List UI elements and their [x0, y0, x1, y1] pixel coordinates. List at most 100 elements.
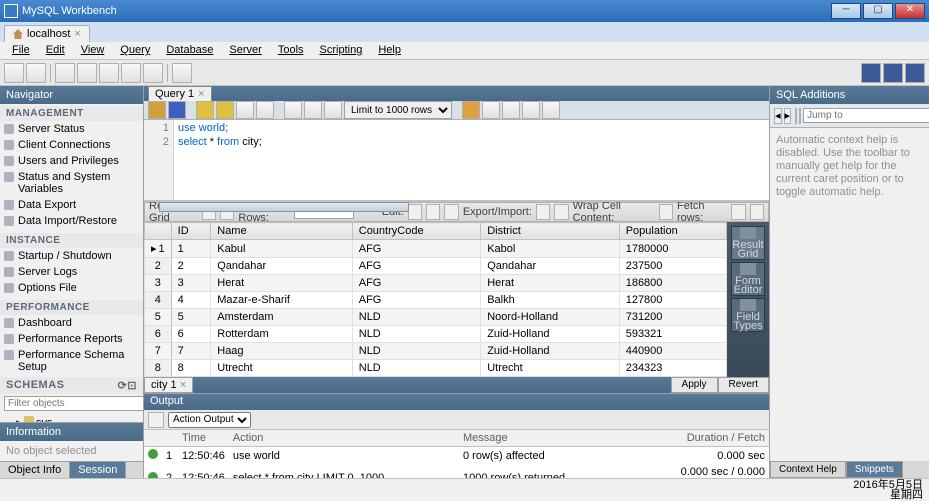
- edit-icon[interactable]: [408, 204, 422, 220]
- edit-icon[interactable]: [444, 204, 458, 220]
- editor-scrollbar[interactable]: [144, 200, 769, 202]
- col-header[interactable]: ID: [171, 223, 211, 240]
- help-icon[interactable]: [795, 108, 797, 124]
- form-editor-tool[interactable]: Form Editor: [731, 262, 765, 296]
- menu-database[interactable]: Database: [158, 42, 221, 59]
- close-tab-icon[interactable]: ×: [74, 28, 80, 40]
- table-row[interactable]: 11KabulAFGKabol1780000: [145, 240, 727, 258]
- result-tab[interactable]: city 1×: [144, 377, 193, 393]
- tool-btn[interactable]: [143, 63, 163, 83]
- server-status-item[interactable]: Server Status: [0, 121, 143, 137]
- tab-snippets[interactable]: Snippets: [846, 461, 903, 478]
- auto-help-icon[interactable]: [799, 108, 801, 124]
- panel-toggle[interactable]: [883, 63, 903, 83]
- tool-btn[interactable]: [99, 63, 119, 83]
- server-logs-item[interactable]: Server Logs: [0, 264, 143, 280]
- limit-dropdown[interactable]: Limit to 1000 rows: [344, 101, 452, 119]
- explain-icon[interactable]: [236, 101, 254, 119]
- col-header[interactable]: District: [481, 223, 620, 240]
- rollback-icon[interactable]: [304, 101, 322, 119]
- nav-back-icon[interactable]: ◂: [774, 108, 782, 124]
- tool-btn[interactable]: [77, 63, 97, 83]
- nav-fwd-icon[interactable]: ▸: [784, 108, 792, 124]
- col-header[interactable]: [145, 223, 172, 240]
- execute-icon[interactable]: [196, 101, 214, 119]
- maximize-button[interactable]: ▢: [863, 3, 893, 19]
- tab-context-help[interactable]: Context Help: [770, 461, 846, 478]
- menu-tools[interactable]: Tools: [270, 42, 312, 59]
- panel-toggle[interactable]: [861, 63, 881, 83]
- schema-filter-input[interactable]: [4, 396, 143, 411]
- col-header[interactable]: CountryCode: [352, 223, 480, 240]
- options-file-item[interactable]: Options File: [0, 280, 143, 296]
- menu-scripting[interactable]: Scripting: [312, 42, 371, 59]
- edit-icon[interactable]: [426, 204, 440, 220]
- table-row[interactable]: 77HaagNLDZuid-Holland440900: [145, 343, 727, 360]
- sql-editor[interactable]: 12 use world; select * from city;: [144, 120, 769, 200]
- client-connections-item[interactable]: Client Connections: [0, 137, 143, 153]
- invisible-icon[interactable]: [522, 101, 540, 119]
- minimize-button[interactable]: ─: [831, 3, 861, 19]
- close-query-icon[interactable]: ×: [198, 88, 204, 100]
- query-tab[interactable]: Query 1×: [148, 86, 212, 101]
- col-header[interactable]: Population: [619, 223, 726, 240]
- status-vars-item[interactable]: Status and System Variables: [0, 169, 143, 197]
- tool-btn[interactable]: [121, 63, 141, 83]
- wrap-icon[interactable]: [542, 101, 560, 119]
- table-row[interactable]: 44Mazar-e-SharifAFGBalkh127800: [145, 292, 727, 309]
- dashboard-item[interactable]: Dashboard: [0, 315, 143, 331]
- revert-button[interactable]: Revert: [718, 377, 769, 393]
- panel-toggle[interactable]: [905, 63, 925, 83]
- tool-btn[interactable]: [55, 63, 75, 83]
- new-sql-icon[interactable]: [4, 63, 24, 83]
- users-privileges-item[interactable]: Users and Privileges: [0, 153, 143, 169]
- table-row[interactable]: 88UtrechtNLDUtrecht234323: [145, 360, 727, 377]
- menu-help[interactable]: Help: [370, 42, 409, 59]
- table-row[interactable]: 55AmsterdamNLDNoord-Holland731200: [145, 309, 727, 326]
- result-grid[interactable]: IDNameCountryCodeDistrictPopulation11Kab…: [144, 222, 727, 377]
- field-types-tool[interactable]: Field Types: [731, 298, 765, 332]
- menu-query[interactable]: Query: [112, 42, 158, 59]
- autocommit-icon[interactable]: [324, 101, 342, 119]
- output-row[interactable]: 212:50:46 select * from city LIMIT 0, 10…: [144, 464, 769, 478]
- close-button[interactable]: ✕: [895, 3, 925, 19]
- output-row[interactable]: 112:50:46 use world0 row(s) affected 0.0…: [144, 447, 769, 465]
- expand-icon[interactable]: ⊡: [127, 379, 137, 392]
- beautify-icon[interactable]: [462, 101, 480, 119]
- schema-sys[interactable]: ▸sys: [4, 415, 139, 422]
- menu-view[interactable]: View: [73, 42, 113, 59]
- table-row[interactable]: 22QandaharAFGQandahar237500: [145, 258, 727, 275]
- tab-session[interactable]: Session: [70, 462, 126, 478]
- stop-icon[interactable]: [256, 101, 274, 119]
- execute-step-icon[interactable]: [216, 101, 234, 119]
- tool-icon[interactable]: [482, 101, 500, 119]
- startup-item[interactable]: Startup / Shutdown: [0, 248, 143, 264]
- menu-edit[interactable]: Edit: [38, 42, 73, 59]
- data-import-item[interactable]: Data Import/Restore: [0, 213, 143, 229]
- jump-to-input[interactable]: [803, 108, 929, 123]
- open-file-icon[interactable]: [148, 101, 166, 119]
- col-header[interactable]: Name: [211, 223, 353, 240]
- commit-icon[interactable]: [284, 101, 302, 119]
- output-clear-icon[interactable]: [148, 412, 164, 428]
- table-row[interactable]: 33HeratAFGHerat186800: [145, 275, 727, 292]
- tab-object-info[interactable]: Object Info: [0, 462, 70, 478]
- wrap-cell-icon[interactable]: [659, 204, 673, 220]
- apply-button[interactable]: Apply: [671, 377, 718, 393]
- data-export-item[interactable]: Data Export: [0, 197, 143, 213]
- new-model-icon[interactable]: [26, 63, 46, 83]
- close-result-icon[interactable]: ×: [180, 379, 186, 391]
- export-icon[interactable]: [536, 204, 550, 220]
- connection-tab[interactable]: localhost ×: [4, 25, 90, 42]
- fetch-icon[interactable]: [750, 204, 764, 220]
- save-icon[interactable]: [168, 101, 186, 119]
- table-row[interactable]: 66RotterdamNLDZuid-Holland593321: [145, 326, 727, 343]
- output-mode-dropdown[interactable]: Action Output: [168, 412, 251, 428]
- menu-server[interactable]: Server: [221, 42, 269, 59]
- find-icon[interactable]: [502, 101, 520, 119]
- perf-schema-item[interactable]: Performance Schema Setup: [0, 347, 143, 375]
- import-icon[interactable]: [554, 204, 568, 220]
- result-grid-tool[interactable]: Result Grid: [731, 226, 765, 260]
- refresh-icon[interactable]: ⟳: [118, 379, 128, 392]
- tool-btn[interactable]: [172, 63, 192, 83]
